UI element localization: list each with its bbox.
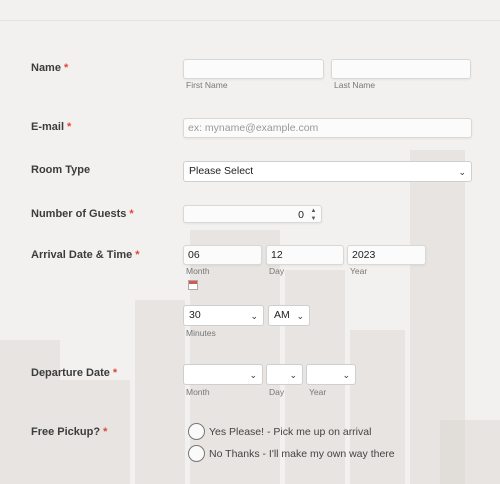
pickup-yes-radio[interactable]: [188, 423, 205, 440]
chevron-down-icon: ⌄: [342, 370, 350, 380]
first-name-input[interactable]: [183, 59, 324, 79]
email-input[interactable]: ex: myname@example.com: [183, 118, 472, 138]
arrival-ampm-select[interactable]: AM ⌄: [268, 305, 310, 326]
pickup-no-label[interactable]: No Thanks - I'll make my own way there: [209, 448, 395, 460]
required-asterisk: *: [129, 208, 134, 220]
chevron-down-icon: ⌄: [289, 370, 297, 380]
pickup-label: Free Pickup? *: [31, 426, 108, 438]
chevron-down-icon: ⌄: [458, 167, 466, 177]
room-type-selected: Please Select: [189, 165, 254, 177]
arrival-year-sublabel: Year: [350, 266, 368, 276]
required-asterisk: *: [135, 249, 140, 261]
departure-label: Departure Date *: [31, 367, 118, 379]
arrival-day-sublabel: Day: [269, 266, 285, 276]
first-name-sublabel: First Name: [186, 80, 228, 90]
arrival-ampm-value: AM: [274, 309, 290, 321]
room-type-label: Room Type: [31, 164, 91, 176]
arrival-minutes-sublabel: Minutes: [186, 328, 216, 338]
header-divider: [0, 20, 500, 21]
chevron-down-icon: ⌄: [296, 311, 304, 321]
required-asterisk: *: [112, 367, 118, 379]
guests-label: Number of Guests *: [31, 208, 134, 220]
departure-day-sublabel: Day: [269, 387, 285, 397]
arrival-minutes-select[interactable]: 30 ⌄: [183, 305, 264, 326]
chevron-down-icon: ⌄: [249, 370, 257, 380]
last-name-input[interactable]: [331, 59, 471, 79]
guests-number-input[interactable]: 0 ▲ ▼: [183, 205, 322, 223]
arrival-year-input[interactable]: 2023: [347, 245, 426, 265]
departure-day-select[interactable]: ⌄: [266, 364, 303, 385]
booking-form: Name * First Name Last Name E-mail * ex: m…: [0, 0, 500, 484]
spinner-arrows-icon[interactable]: ▲ ▼: [309, 207, 318, 223]
name-label: Name *: [31, 62, 69, 74]
arrival-month-sublabel: Month: [186, 266, 210, 276]
pickup-yes-label[interactable]: Yes Please! - Pick me up on arrival: [209, 426, 371, 438]
departure-year-select[interactable]: ⌄: [306, 364, 356, 385]
arrival-month-input[interactable]: 06: [183, 245, 262, 265]
required-asterisk: *: [63, 62, 69, 74]
email-placeholder: ex: myname@example.com: [188, 122, 319, 134]
departure-month-select[interactable]: ⌄: [183, 364, 263, 385]
guests-value: 0: [298, 209, 304, 221]
required-asterisk: *: [67, 121, 72, 133]
required-asterisk: *: [103, 426, 108, 438]
chevron-down-icon: ⌄: [250, 311, 258, 321]
arrival-label: Arrival Date & Time *: [31, 249, 140, 261]
last-name-sublabel: Last Name: [334, 80, 376, 90]
email-label: E-mail *: [31, 121, 72, 133]
pickup-no-radio[interactable]: [188, 445, 205, 462]
departure-year-sublabel: Year: [309, 387, 327, 397]
arrival-day-input[interactable]: 12: [266, 245, 344, 265]
arrival-minutes-value: 30: [189, 309, 201, 321]
room-type-select[interactable]: Please Select ⌄: [183, 161, 472, 182]
calendar-icon[interactable]: [188, 280, 198, 290]
departure-month-sublabel: Month: [186, 387, 210, 397]
